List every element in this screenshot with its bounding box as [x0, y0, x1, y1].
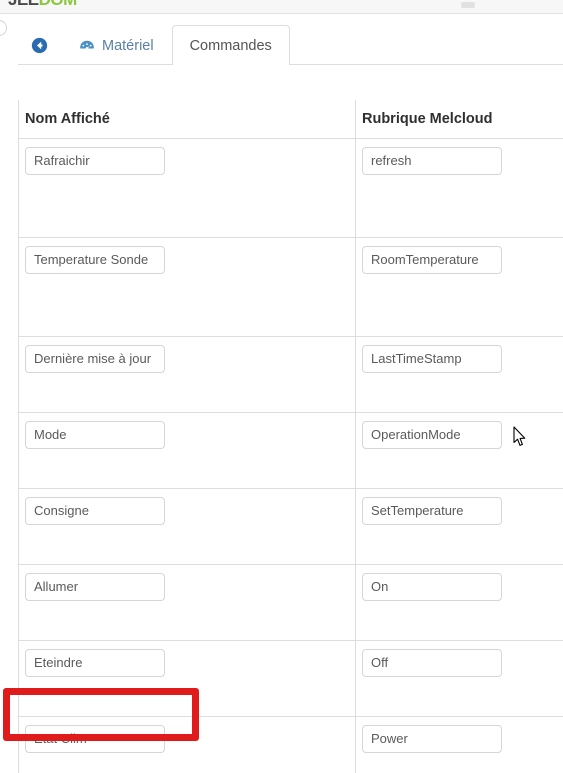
logo-text-dark: JEE: [8, 0, 39, 9]
command-topic-input[interactable]: [362, 344, 502, 373]
command-name-input[interactable]: [25, 344, 165, 373]
tab-materiel[interactable]: Matériel: [61, 25, 172, 65]
command-name-input[interactable]: [25, 572, 165, 601]
cell-topic: [355, 639, 563, 717]
command-topic-input[interactable]: [362, 496, 502, 525]
cell-topic: [355, 335, 563, 413]
command-topic-input[interactable]: [362, 648, 502, 677]
app-header-bar: JEEDOM: [0, 0, 563, 14]
command-topic-input[interactable]: [362, 146, 502, 175]
table-body: [18, 137, 563, 773]
command-name-input[interactable]: [25, 420, 165, 449]
command-name-input[interactable]: [25, 648, 165, 677]
jeedom-command-page: JEEDOM: [0, 0, 563, 773]
logo-text-green: DOM: [39, 0, 78, 9]
tachometer-icon: [79, 38, 95, 54]
cell-topic: [355, 137, 563, 238]
table-row: [18, 639, 563, 717]
cell-name: [18, 639, 356, 717]
table-row: [18, 335, 563, 413]
cell-topic: [355, 236, 563, 337]
cell-topic: [355, 563, 563, 641]
command-topic-input[interactable]: [362, 420, 502, 449]
cell-topic: [355, 411, 563, 489]
cell-name: [18, 137, 356, 238]
jeedom-logo[interactable]: JEEDOM: [8, 0, 77, 8]
command-topic-input[interactable]: [362, 724, 502, 753]
column-header-topic: Rubrique Melcloud: [355, 100, 563, 139]
table-header-row: Nom Affiché Rubrique Melcloud: [18, 100, 563, 139]
table-row: [18, 715, 563, 773]
command-name-input[interactable]: [25, 496, 165, 525]
tab-commandes[interactable]: Commandes: [171, 25, 290, 66]
cell-name: [18, 487, 356, 565]
commands-table: Nom Affiché Rubrique Melcloud: [18, 100, 563, 773]
command-topic-input[interactable]: [362, 572, 502, 601]
command-name-input[interactable]: [25, 245, 165, 274]
cell-name: [18, 715, 356, 773]
cell-topic: [355, 715, 563, 773]
tab-commandes-label: Commandes: [189, 37, 272, 54]
command-name-input[interactable]: [25, 724, 165, 753]
column-header-name: Nom Affiché: [18, 100, 356, 139]
header-right-stub-icon[interactable]: [461, 2, 475, 8]
cell-name: [18, 236, 356, 337]
table-row: [18, 137, 563, 238]
cell-name: [18, 335, 356, 413]
table-row: [18, 411, 563, 489]
table-row: [18, 236, 563, 337]
tab-back[interactable]: [18, 25, 61, 65]
cell-topic: [355, 487, 563, 565]
cell-name: [18, 563, 356, 641]
table-row: [18, 563, 563, 641]
command-name-input[interactable]: [25, 146, 165, 175]
tab-materiel-label: Matériel: [102, 37, 154, 54]
tab-bar: Matériel Commandes: [18, 20, 563, 66]
command-topic-input[interactable]: [362, 245, 502, 274]
cell-name: [18, 411, 356, 489]
commands-table-wrapper: Nom Affiché Rubrique Melcloud: [18, 100, 563, 773]
back-arrow-icon: [31, 37, 48, 54]
table-row: [18, 487, 563, 565]
left-edge-partial-button[interactable]: [0, 20, 7, 36]
